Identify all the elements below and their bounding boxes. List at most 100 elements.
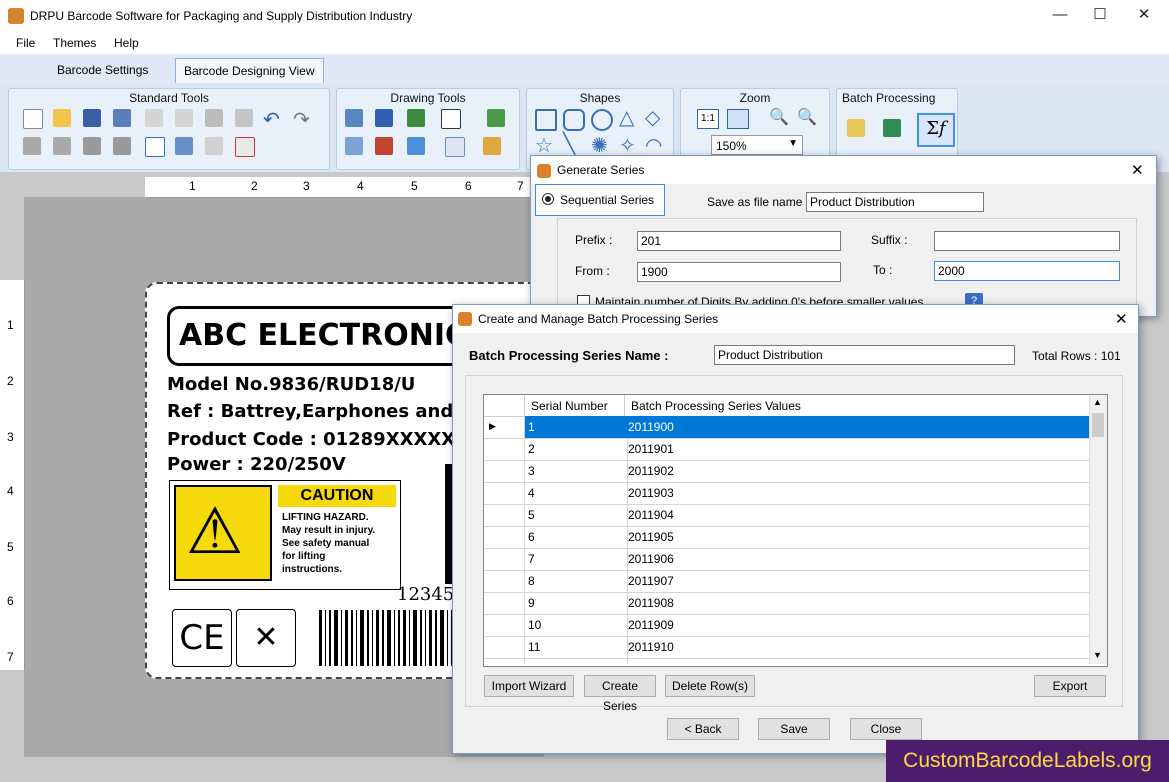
cell-serial-number[interactable]: 7 — [525, 548, 628, 570]
cell-series-value[interactable]: 2011908 — [625, 592, 1089, 614]
close-icon[interactable]: ✕ — [1115, 310, 1128, 328]
cell-series-value[interactable]: 2011902 — [625, 460, 1089, 482]
model-text[interactable]: Model No.9836/RUD18/U — [167, 374, 415, 395]
cut-icon[interactable] — [205, 109, 223, 127]
row-header[interactable] — [484, 438, 525, 460]
row-header[interactable] — [484, 636, 525, 658]
menu-file[interactable]: File — [16, 36, 35, 50]
cell-serial-number[interactable]: 11 — [525, 636, 628, 658]
ref-text[interactable]: Ref : Battrey,Earphones and I — [167, 401, 466, 422]
picture-icon[interactable] — [407, 109, 425, 127]
cell-serial-number[interactable]: 10 — [525, 614, 628, 636]
print-icon[interactable] — [205, 137, 223, 155]
triangle-icon[interactable]: △ — [619, 105, 634, 130]
company-name[interactable]: ABC ELECTRONIC — [179, 318, 467, 353]
cell-serial-number[interactable]: 2 — [525, 438, 628, 460]
create-series-button[interactable]: Create Series — [584, 675, 656, 713]
row-header[interactable] — [484, 592, 525, 614]
cell-serial-number[interactable]: 6 — [525, 526, 628, 548]
export-button[interactable]: Export — [1034, 675, 1106, 697]
new-icon[interactable] — [23, 109, 43, 129]
table-row[interactable]: 9 2011908 — [484, 592, 1089, 615]
cell-series-value[interactable]: 2011900 — [625, 416, 1089, 438]
scroll-thumb[interactable] — [1092, 413, 1104, 437]
save-as-icon[interactable] — [113, 109, 131, 127]
cell-serial-number[interactable]: 8 — [525, 570, 628, 592]
tab-barcode-settings[interactable]: Barcode Settings — [49, 58, 156, 82]
series-name-field[interactable]: Product Distribution — [714, 345, 1015, 365]
redo-icon[interactable]: ↷ — [293, 107, 310, 132]
cell-serial-number[interactable]: 4 — [525, 482, 628, 504]
header-serial-number[interactable]: Serial Number — [531, 399, 608, 413]
row-header[interactable] — [484, 548, 525, 570]
exit-icon[interactable] — [235, 137, 255, 157]
row-header[interactable] — [484, 570, 525, 592]
cell-series-value[interactable]: 2011906 — [625, 548, 1089, 570]
cell-series-value[interactable]: 2011901 — [625, 438, 1089, 460]
table-row[interactable]: 5 2011904 — [484, 504, 1089, 527]
undo-icon[interactable]: ↶ — [263, 107, 280, 132]
row-header[interactable] — [484, 504, 525, 526]
tab-barcode-designing-view[interactable]: Barcode Designing View — [175, 58, 324, 83]
print-preview-icon[interactable] — [175, 137, 193, 155]
zoom-in-icon[interactable]: 🔍 — [769, 107, 789, 127]
rounded-rectangle-icon[interactable] — [563, 109, 585, 131]
cell-serial-number[interactable]: 3 — [525, 460, 628, 482]
actual-size-icon[interactable]: 1:1 — [697, 109, 719, 129]
library-icon[interactable] — [375, 137, 393, 155]
scroll-down-icon[interactable]: ▼ — [1093, 650, 1102, 660]
ce-mark-icon[interactable]: CE — [172, 609, 232, 667]
prefix-field[interactable]: 201 — [637, 231, 841, 251]
to-field[interactable]: 2000 — [934, 261, 1120, 281]
no-fire-icon[interactable]: ✕ — [236, 609, 296, 667]
row-header[interactable] — [484, 614, 525, 636]
table-row[interactable]: 10 2011909 — [484, 614, 1089, 637]
series-grid[interactable]: Serial Number Batch Processing Series Va… — [483, 394, 1108, 667]
cell-series-value[interactable]: 2011905 — [625, 526, 1089, 548]
table-row[interactable]: 8 2011907 — [484, 570, 1089, 593]
table-row[interactable]: 3 2011902 — [484, 460, 1089, 483]
color-fill-icon[interactable] — [483, 137, 501, 155]
row-header[interactable] — [484, 658, 525, 664]
cell-series-value[interactable]: 2011909 — [625, 614, 1089, 636]
edit-batch-icon[interactable] — [847, 119, 865, 137]
from-field[interactable]: 1900 — [637, 262, 841, 282]
barcode-bars[interactable] — [317, 610, 457, 666]
cell-serial-number[interactable]: 9 — [525, 592, 628, 614]
menu-help[interactable]: Help — [114, 36, 139, 50]
delete-icon[interactable] — [235, 109, 253, 127]
header-series-values[interactable]: Batch Processing Series Values — [631, 399, 801, 413]
scroll-up-icon[interactable]: ▲ — [1093, 397, 1102, 407]
text-tool-icon[interactable] — [345, 109, 363, 127]
paste-icon[interactable] — [175, 109, 193, 127]
table-row[interactable]: 2 2011901 — [484, 438, 1089, 461]
ellipse-icon[interactable] — [591, 109, 613, 131]
save-icon[interactable] — [83, 109, 101, 127]
cell-series-value[interactable]: 2011903 — [625, 482, 1089, 504]
delete-rows-button[interactable]: Delete Row(s) — [665, 675, 755, 697]
watermark-icon[interactable] — [407, 137, 425, 155]
cell-series-value[interactable]: 2011911 — [625, 658, 1089, 664]
barcode-tool-icon[interactable] — [441, 109, 461, 129]
excel-import-icon[interactable] — [883, 119, 901, 137]
cell-series-value[interactable]: 2011910 — [625, 636, 1089, 658]
align-icon[interactable] — [445, 137, 465, 157]
zoom-out-icon[interactable]: 🔍 — [797, 107, 817, 127]
cell-series-value[interactable]: 2011904 — [625, 504, 1089, 526]
sequential-series-radio[interactable]: Sequential Series — [535, 184, 665, 216]
open-folder-icon[interactable] — [53, 109, 71, 127]
maximize-button[interactable]: ☐ — [1080, 4, 1120, 26]
vertical-scrollbar[interactable]: ▲ ▼ — [1089, 395, 1107, 664]
table-row[interactable]: 7 2011906 — [484, 548, 1089, 571]
cell-serial-number[interactable]: 12 — [525, 658, 628, 664]
cell-serial-number[interactable]: 5 — [525, 504, 628, 526]
cell-series-value[interactable]: 2011907 — [625, 570, 1089, 592]
send-back-icon[interactable] — [53, 137, 71, 155]
table-row[interactable]: 4 2011903 — [484, 482, 1089, 505]
cell-serial-number[interactable]: 1 — [525, 416, 628, 438]
suffix-field[interactable] — [934, 231, 1120, 251]
import-wizard-button[interactable]: Import Wizard — [484, 675, 574, 697]
close-button[interactable]: ✕ — [1124, 4, 1164, 26]
grid-icon[interactable] — [145, 137, 165, 157]
fit-page-icon[interactable] — [727, 109, 749, 129]
